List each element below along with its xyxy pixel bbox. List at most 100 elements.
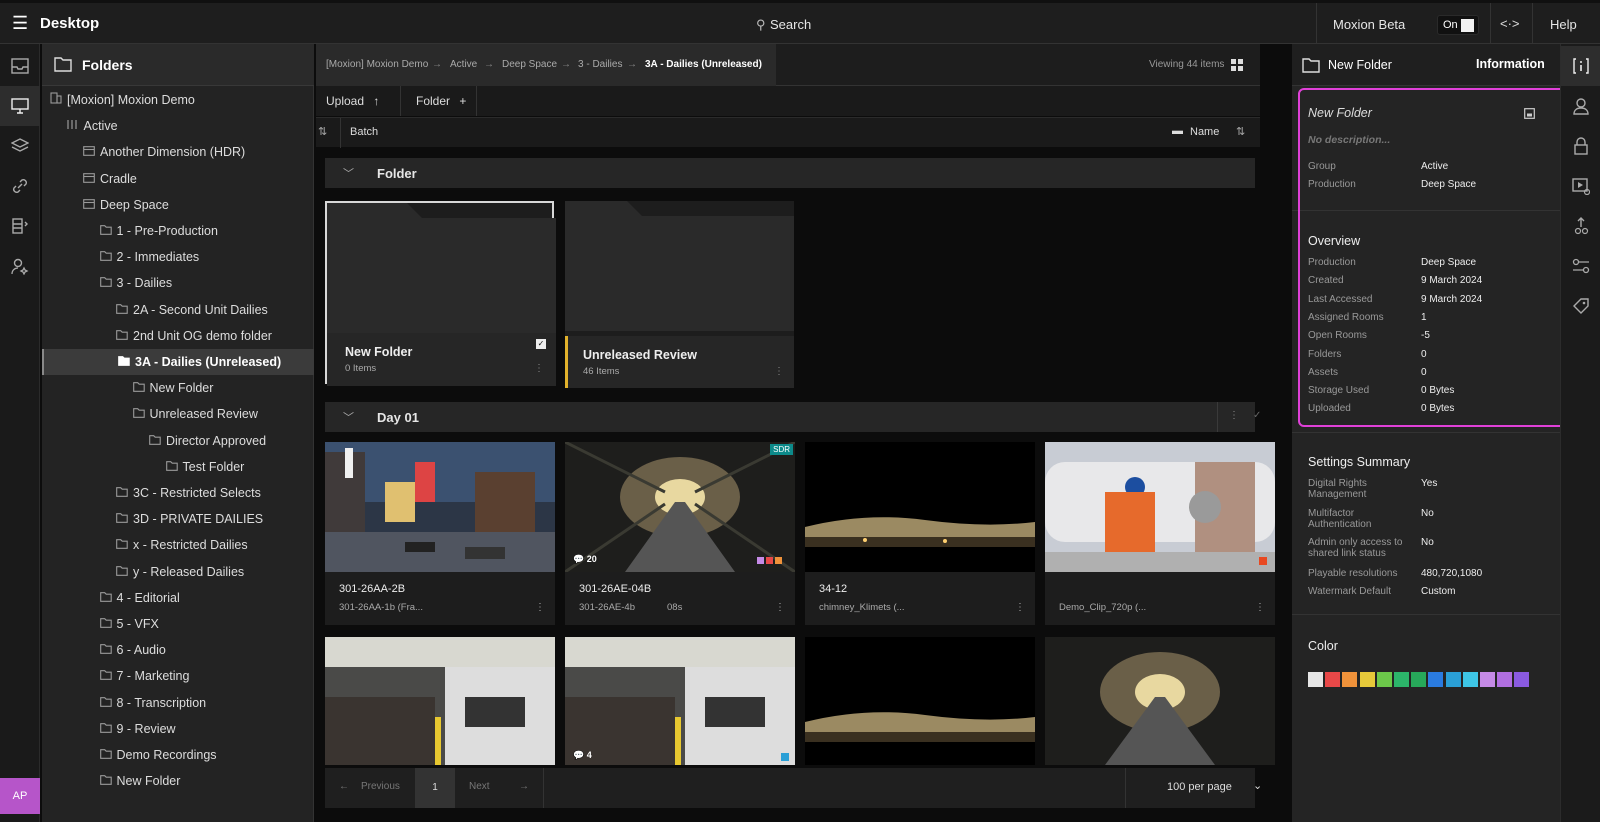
folder-card[interactable]: New Folder 0 Items ✓ ⋮	[325, 201, 556, 386]
day-section-header[interactable]: ﹀ Day 01 ⋮ ✓	[325, 402, 1261, 432]
tree-item[interactable]: New Folder	[42, 768, 314, 794]
tree-item[interactable]: 8 - Transcription	[42, 690, 314, 716]
asset-card[interactable]: 301-26AA-2B 301-26AA-1b (Fra... ⋮	[325, 442, 555, 625]
layers-icon[interactable]	[0, 126, 40, 166]
asset-thumbnail[interactable]	[565, 442, 795, 572]
chevron-down-icon[interactable]: ⌄	[1253, 779, 1262, 792]
tree-item[interactable]: Another Dimension (HDR)	[42, 139, 314, 165]
breadcrumb-item[interactable]: Active	[450, 59, 477, 70]
asset-thumbnail[interactable]	[325, 637, 555, 765]
grid-view-icon[interactable]	[1224, 56, 1252, 74]
color-swatch[interactable]	[1480, 672, 1495, 687]
color-swatch[interactable]	[1376, 672, 1392, 687]
more-options-icon[interactable]: ⋮	[535, 602, 545, 613]
hamburger-menu-icon[interactable]: ☰	[12, 14, 28, 32]
color-swatch[interactable]	[1462, 672, 1478, 687]
lock-icon[interactable]	[1561, 126, 1600, 166]
tree-item[interactable]: 7 - Marketing	[42, 663, 314, 689]
information-icon[interactable]	[1561, 46, 1600, 86]
toggles-icon[interactable]	[1561, 246, 1600, 286]
user-settings-icon[interactable]	[0, 246, 40, 286]
color-swatch[interactable]	[1445, 672, 1461, 687]
beta-toggle[interactable]: On	[1437, 15, 1479, 35]
more-options-icon[interactable]: ⋮	[534, 363, 544, 374]
color-swatch[interactable]	[1428, 672, 1444, 687]
asset-thumbnail[interactable]	[325, 442, 555, 572]
asset-thumbnail[interactable]	[805, 442, 1035, 572]
tree-item[interactable]: 6 - Audio	[42, 637, 314, 663]
breadcrumb-item[interactable]: 3 - Dailies	[578, 59, 622, 70]
color-swatch[interactable]	[1411, 672, 1427, 687]
asset-thumbnail[interactable]	[1045, 637, 1275, 765]
search-icon[interactable]: ⚲	[756, 17, 766, 33]
comment-count[interactable]: 💬 20	[573, 554, 597, 565]
storage-icon[interactable]	[0, 206, 40, 246]
batch-button[interactable]: Batch	[350, 126, 378, 138]
current-page[interactable]: 1	[415, 768, 455, 808]
tree-item[interactable]: 2 - Immediates	[42, 244, 314, 270]
asset-thumbnail[interactable]	[805, 637, 1035, 765]
user-icon[interactable]	[1561, 86, 1600, 126]
tree-item[interactable]: New Folder	[42, 375, 314, 401]
sort-order-icon[interactable]: ⇅	[318, 125, 327, 138]
tree-item[interactable]: 2A - Second Unit Dailies	[42, 297, 314, 323]
next-page-button[interactable]: Next	[469, 781, 490, 792]
color-swatch[interactable]	[1514, 672, 1530, 687]
color-swatch[interactable]	[1394, 672, 1409, 687]
previous-page-button[interactable]: Previous	[361, 781, 400, 792]
tree-item[interactable]: 3C - Restricted Selects	[42, 480, 314, 506]
asset-card[interactable]: Demo_Clip_720p (... ⋮	[1045, 442, 1275, 625]
tree-item[interactable]: 4 - Editorial	[42, 585, 314, 611]
color-swatch[interactable]	[1497, 672, 1513, 687]
asset-card[interactable]: SDR 💬 20 301-26AE-04B 301-26AE-4b 08s ⋮	[565, 442, 795, 625]
color-swatch[interactable]	[1342, 672, 1358, 687]
select-all-icon[interactable]: ✓	[1253, 410, 1261, 421]
tree-item[interactable]: x - Restricted Dailies	[42, 532, 314, 558]
tree-item[interactable]: y - Released Dailies	[42, 559, 314, 585]
more-options-icon[interactable]: ⋮	[775, 602, 785, 613]
more-options-icon[interactable]: ⋮	[1229, 410, 1239, 421]
tree-item[interactable]: 1 - Pre-Production	[42, 218, 314, 244]
asset-thumbnail[interactable]	[565, 637, 795, 765]
chevron-down-icon[interactable]: ﹀	[343, 165, 354, 181]
more-options-icon[interactable]: ⋮	[774, 366, 784, 377]
tree-item[interactable]: 3 - Dailies	[42, 270, 314, 296]
folder-card[interactable]: Unreleased Review 46 Items ⋮	[565, 201, 794, 388]
tree-item[interactable]: Active	[42, 113, 314, 139]
transfer-settings-icon[interactable]	[1561, 206, 1600, 246]
tree-item[interactable]: Deep Space	[42, 192, 314, 218]
tree-item[interactable]: [Moxion] Moxion Demo	[42, 87, 314, 113]
inbox-icon[interactable]	[0, 46, 40, 86]
tag-icon[interactable]	[1561, 286, 1600, 326]
tree-item[interactable]: Cradle	[42, 166, 314, 192]
tree-item[interactable]: 3D - PRIVATE DAILIES	[42, 506, 314, 532]
breadcrumb-item[interactable]: Deep Space	[502, 59, 557, 70]
help-button[interactable]: Help	[1550, 17, 1577, 32]
embed-code-icon[interactable]: <·>	[1500, 16, 1520, 31]
checkbox-checked-icon[interactable]: ✓	[536, 339, 546, 349]
tree-item[interactable]: 5 - VFX	[42, 611, 314, 637]
more-options-icon[interactable]: ⋮	[1255, 602, 1265, 613]
tree-item[interactable]: Director Approved	[42, 428, 314, 454]
asset-thumbnail[interactable]	[1045, 442, 1275, 572]
chevron-down-icon[interactable]: ﹀	[343, 409, 354, 425]
more-options-icon[interactable]: ⋮	[1015, 602, 1025, 613]
sort-field-select[interactable]: Name	[1190, 126, 1219, 138]
color-swatch[interactable]	[1325, 672, 1341, 687]
breadcrumb-item[interactable]: [Moxion] Moxion Demo	[326, 59, 428, 70]
sort-direction-icon[interactable]: ⇅	[1236, 125, 1245, 138]
tree-item[interactable]: 3A - Dailies (Unreleased)	[42, 349, 314, 375]
link-icon[interactable]	[0, 166, 40, 206]
per-page-select[interactable]: 100 per page	[1167, 781, 1232, 793]
search-field[interactable]: Search	[770, 17, 811, 32]
upload-button[interactable]: Upload ↑	[326, 94, 379, 108]
new-folder-button[interactable]: Folder +	[416, 94, 466, 108]
tree-item[interactable]: Demo Recordings	[42, 742, 314, 768]
folder-section-header[interactable]: ﹀ Folder	[325, 158, 1255, 188]
comment-count[interactable]: 💬 4	[573, 750, 592, 761]
playback-settings-icon[interactable]	[1561, 166, 1600, 206]
tree-item[interactable]: 9 - Review	[42, 716, 314, 742]
tree-item[interactable]: 2nd Unit OG demo folder	[42, 323, 314, 349]
tree-item[interactable]: Test Folder	[42, 454, 314, 480]
color-swatch[interactable]	[1308, 672, 1323, 687]
